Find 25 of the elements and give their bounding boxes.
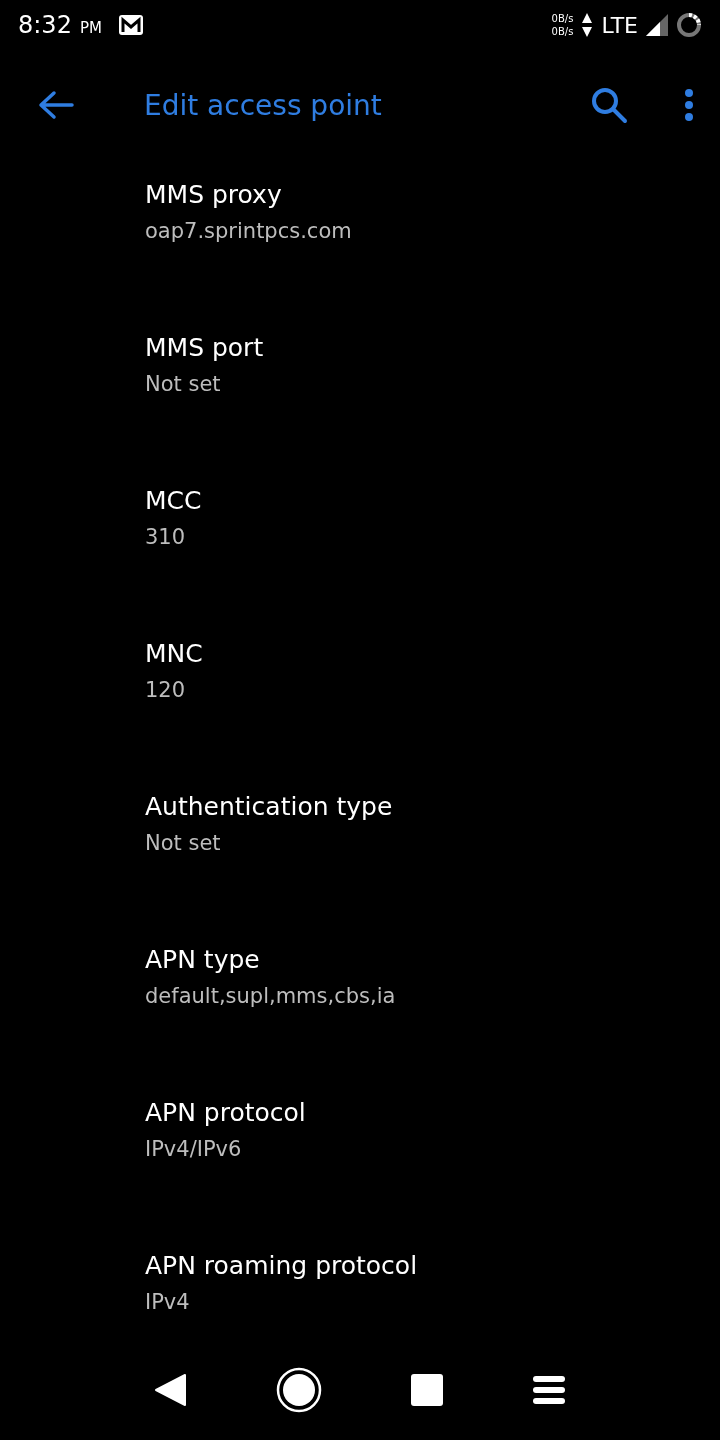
network-type: LTE <box>601 12 638 38</box>
signal-icon <box>646 14 668 36</box>
recents-icon[interactable] <box>410 1373 444 1407</box>
menu-icon[interactable] <box>532 1374 566 1406</box>
setting-item[interactable]: APN type default,supl,mms,cbs,ia <box>0 925 720 1078</box>
back-arrow-icon[interactable] <box>38 90 74 120</box>
setting-item[interactable]: MMS port Not set <box>0 313 720 466</box>
setting-item[interactable]: APN protocol IPv4/IPv6 <box>0 1078 720 1231</box>
back-icon[interactable] <box>154 1373 188 1407</box>
more-options-icon[interactable] <box>684 88 694 122</box>
setting-item[interactable]: MNC 120 <box>0 619 720 772</box>
search-icon[interactable] <box>590 86 628 124</box>
loading-icon <box>676 12 702 38</box>
setting-item[interactable]: MMS proxy oap7.sprintpcs.com <box>0 160 720 313</box>
setting-item[interactable]: Authentication type Not set <box>0 772 720 925</box>
status-ampm: PM <box>79 19 102 37</box>
download-speed: 0B/s <box>551 25 574 38</box>
setting-item[interactable]: MCC 310 <box>0 466 720 619</box>
toolbar-title: Edit access point <box>144 88 382 122</box>
setting-item[interactable]: APN roaming protocol IPv4 <box>0 1231 720 1340</box>
upload-speed: 0B/s <box>551 12 574 25</box>
mail-icon <box>117 14 144 36</box>
data-arrows-icon <box>581 12 594 38</box>
status-time: 8:32 <box>18 11 72 39</box>
home-icon[interactable] <box>276 1367 322 1413</box>
